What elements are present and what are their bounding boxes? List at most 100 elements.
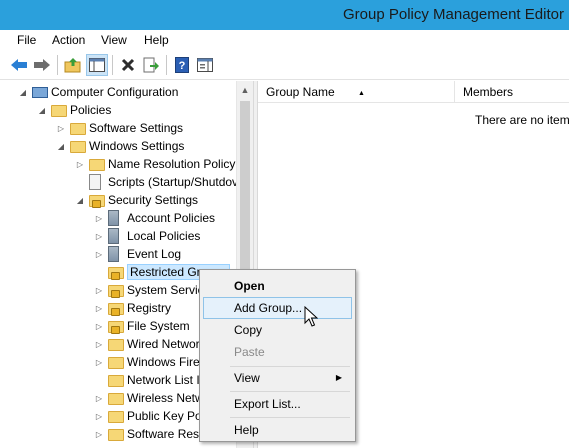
menu-item-paste: Paste xyxy=(234,345,265,359)
tree-item-local-policies[interactable]: ▷ Local Policies xyxy=(94,227,200,245)
toolbar: ? xyxy=(0,50,569,80)
collapse-arrow-icon[interactable]: ▷ xyxy=(94,430,104,439)
collapse-arrow-icon[interactable]: ▷ xyxy=(94,322,104,331)
delete-button[interactable] xyxy=(117,54,139,76)
folder-icon xyxy=(70,123,86,135)
column-header-members[interactable]: Members xyxy=(455,81,569,103)
toolbar-separator xyxy=(166,55,167,75)
menu-separator xyxy=(230,391,350,392)
menu-item-open[interactable]: Open xyxy=(203,275,352,297)
help-button[interactable]: ? xyxy=(171,54,193,76)
menu-action[interactable]: Action xyxy=(52,33,85,47)
tree-item-label: File System xyxy=(127,319,190,333)
folder-icon xyxy=(108,393,124,405)
expand-arrow-icon[interactable]: ◢ xyxy=(18,88,28,97)
collapse-arrow-icon[interactable]: ▷ xyxy=(94,250,104,259)
menu-item-view[interactable]: View ▶ xyxy=(203,367,352,389)
collapse-arrow-icon[interactable]: ▷ xyxy=(75,160,85,169)
tree-item-label: Public Key Po xyxy=(127,409,202,423)
column-header-group-name[interactable]: Group Name ▲ xyxy=(258,81,455,103)
security-folder-icon xyxy=(89,195,105,208)
menu-view[interactable]: View xyxy=(101,33,127,47)
tree-item-system-services[interactable]: ▷ System Servic xyxy=(94,281,204,299)
tree-item-label: Wireless Netw xyxy=(127,391,204,405)
tree-item-security-settings[interactable]: ◢ Security Settings xyxy=(75,191,198,209)
security-folder-icon xyxy=(108,267,124,280)
menu-item-copy[interactable]: Copy xyxy=(203,319,352,341)
menu-file[interactable]: File xyxy=(17,33,36,47)
back-arrow-icon xyxy=(11,59,27,71)
tree-item-policies[interactable]: ◢ Policies xyxy=(37,101,111,119)
tree-item-label: Registry xyxy=(127,301,172,315)
tree-item-windows-settings[interactable]: ◢ Windows Settings xyxy=(56,137,184,155)
tree-item-label: Policies xyxy=(70,103,112,117)
tree-item-account-policies[interactable]: ▷ Account Policies xyxy=(94,209,215,227)
toolbar-separator xyxy=(57,55,58,75)
tree-item-computer-configuration[interactable]: ◢ Computer Configuration xyxy=(18,83,178,101)
tree-item-scripts[interactable]: Scripts (Startup/Shutdov xyxy=(75,173,238,191)
tree-item-event-log[interactable]: ▷ Event Log xyxy=(94,245,181,263)
menu-separator xyxy=(230,417,350,418)
collapse-arrow-icon[interactable]: ▷ xyxy=(94,358,104,367)
expand-arrow-icon[interactable]: ◢ xyxy=(56,142,66,151)
collapse-arrow-icon[interactable]: ▷ xyxy=(94,412,104,421)
empty-list-message: There are no item xyxy=(475,113,569,127)
tree-item-label: Software Rest xyxy=(127,427,203,441)
collapse-arrow-icon[interactable]: ▷ xyxy=(94,304,104,313)
tree-item-public-key-policies[interactable]: ▷ Public Key Po xyxy=(94,407,202,425)
forward-button[interactable] xyxy=(31,54,53,76)
up-one-level-button[interactable] xyxy=(62,54,84,76)
computer-icon xyxy=(32,87,48,98)
expand-arrow-icon[interactable]: ◢ xyxy=(75,196,85,205)
tree-item-wired-network[interactable]: ▷ Wired Networ xyxy=(94,335,200,353)
folder-icon xyxy=(108,339,124,351)
export-list-icon xyxy=(143,57,159,73)
policy-icon xyxy=(108,228,119,244)
back-button[interactable] xyxy=(8,54,30,76)
tree-item-software-restriction[interactable]: ▷ Software Rest xyxy=(94,425,202,443)
tree-item-label: Local Policies xyxy=(127,229,201,243)
tree-item-network-list[interactable]: Network List I xyxy=(94,371,200,389)
tree-item-wireless-network[interactable]: ▷ Wireless Netw xyxy=(94,389,204,407)
menu-bar: File Action View Help xyxy=(0,30,569,50)
svg-text:?: ? xyxy=(179,60,186,72)
collapse-arrow-icon[interactable]: ▷ xyxy=(94,214,104,223)
properties-pane-button[interactable] xyxy=(194,54,216,76)
tree-item-registry[interactable]: ▷ Registry xyxy=(94,299,171,317)
folder-icon xyxy=(108,375,124,387)
export-list-button[interactable] xyxy=(140,54,162,76)
menu-item-add-group[interactable]: Add Group... xyxy=(203,297,352,319)
tree-item-software-settings[interactable]: ▷ Software Settings xyxy=(56,119,183,137)
security-folder-icon xyxy=(108,285,124,298)
tree-item-label: Network List I xyxy=(127,373,200,387)
collapse-arrow-icon[interactable]: ▷ xyxy=(56,124,66,133)
tree-item-label: Windows Fire xyxy=(127,355,200,369)
security-folder-icon xyxy=(108,303,124,316)
help-icon: ? xyxy=(175,57,189,73)
script-doc-icon xyxy=(89,174,101,190)
title-bar: Group Policy Management Editor xyxy=(0,0,569,30)
expand-arrow-icon[interactable]: ◢ xyxy=(37,106,47,115)
properties-pane-icon xyxy=(197,58,213,72)
security-folder-icon xyxy=(108,321,124,334)
menu-help[interactable]: Help xyxy=(144,33,169,47)
collapse-arrow-icon[interactable]: ▷ xyxy=(94,232,104,241)
menu-item-export-list[interactable]: Export List... xyxy=(203,393,352,415)
tree-item-label: Account Policies xyxy=(127,211,216,225)
collapse-arrow-icon[interactable]: ▷ xyxy=(94,394,104,403)
context-menu: Open Add Group... Copy Paste View ▶ Expo… xyxy=(199,269,356,442)
collapse-arrow-icon[interactable]: ▷ xyxy=(94,286,104,295)
folder-icon xyxy=(108,429,124,441)
scroll-up-arrow-icon[interactable]: ▲ xyxy=(237,81,253,98)
submenu-arrow-icon: ▶ xyxy=(335,373,342,382)
tree-item-label: Security Settings xyxy=(108,193,199,207)
tree-item-label: Computer Configuration xyxy=(51,85,179,99)
collapse-arrow-icon[interactable]: ▷ xyxy=(94,340,104,349)
tree-item-label: Event Log xyxy=(127,247,182,261)
show-hide-tree-button[interactable] xyxy=(86,54,108,76)
tree-item-windows-firewall[interactable]: ▷ Windows Fire xyxy=(94,353,200,371)
tree-item-file-system[interactable]: ▷ File System xyxy=(94,317,190,335)
tree-item-name-resolution-policy[interactable]: ▷ Name Resolution Policy xyxy=(75,155,235,173)
menu-item-help[interactable]: Help xyxy=(203,419,352,441)
tree-item-label: System Servic xyxy=(127,283,204,297)
